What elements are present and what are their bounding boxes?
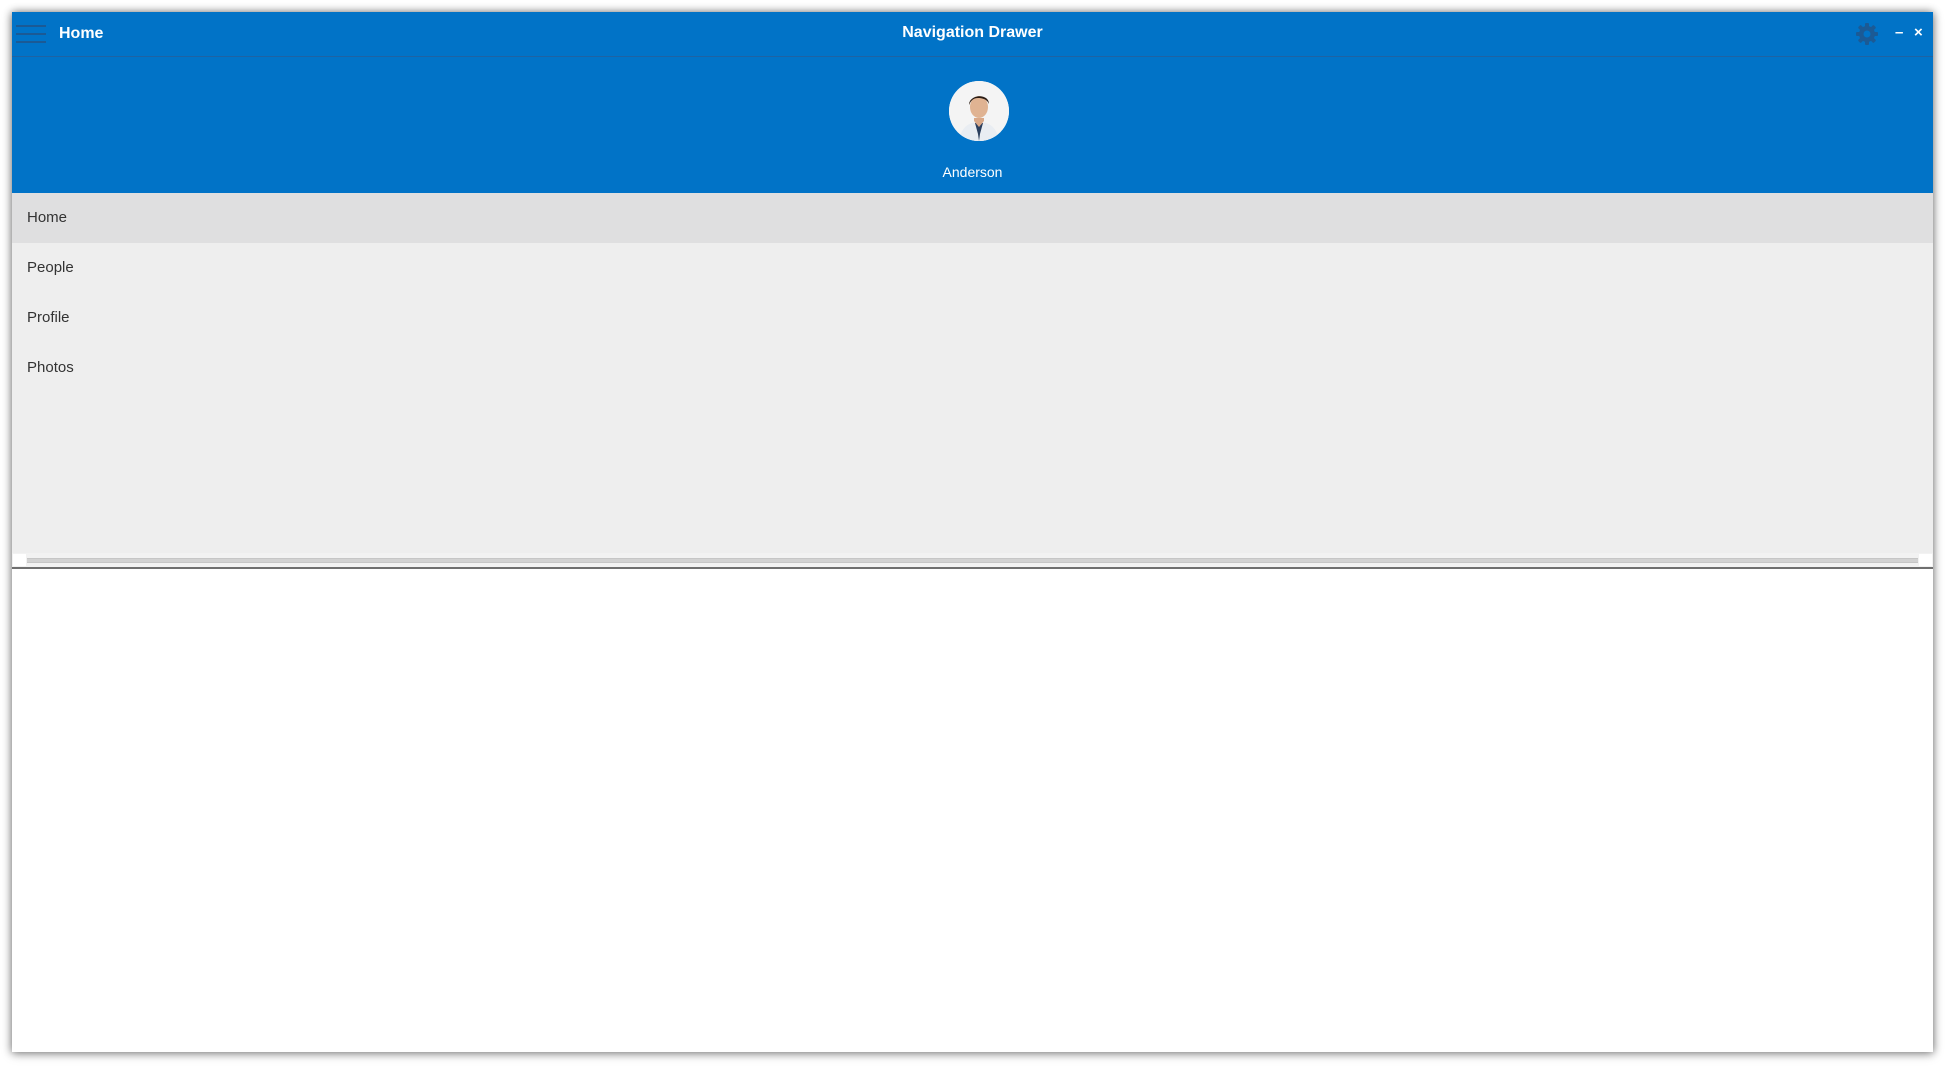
scroll-right-button[interactable] <box>1919 554 1932 566</box>
gear-icon[interactable] <box>1854 21 1880 47</box>
scrollbar-thumb[interactable] <box>27 558 1918 563</box>
menu-item-home[interactable]: Home <box>12 193 1933 243</box>
menu-item-photos[interactable]: Photos <box>12 343 1933 393</box>
minimize-button[interactable]: – <box>1895 23 1903 43</box>
horizontal-scrollbar[interactable] <box>12 553 1933 567</box>
app-window: Home Navigation Drawer – × Anderson Home… <box>12 12 1933 1052</box>
drawer-header: Anderson <box>12 57 1933 193</box>
avatar <box>949 81 1009 141</box>
title-bar: Home Navigation Drawer – × <box>12 12 1933 57</box>
navigation-menu: Home People Profile Photos <box>12 193 1933 553</box>
app-title: Navigation Drawer <box>902 24 1043 41</box>
main-content-area <box>12 569 1933 1052</box>
close-button[interactable]: × <box>1914 23 1923 43</box>
user-name: Anderson <box>942 164 1003 180</box>
menu-item-people[interactable]: People <box>12 243 1933 293</box>
scroll-left-button[interactable] <box>13 554 26 566</box>
menu-item-profile[interactable]: Profile <box>12 293 1933 343</box>
